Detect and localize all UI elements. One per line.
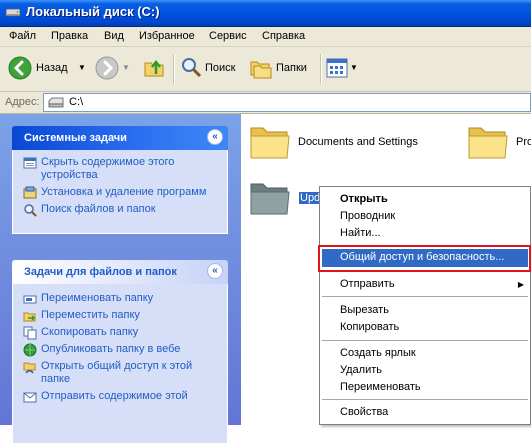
task-hide-contents[interactable]: Скрыть содержимое этого устройства [13,156,227,182]
folder-label: Documents and Settings [298,136,418,148]
rename-icon [23,295,37,304]
highlight-annotation [318,245,531,272]
toolbar: Назад ▼ ▼ Поиск Папки ▼ [0,47,531,92]
search-icon [182,58,202,78]
task-label: Скопировать папку [41,326,139,338]
title-bar[interactable]: Локальный диск (C:) [0,0,531,27]
forward-arrow-icon [95,56,119,80]
task-label: Отправить содержимое этой [41,390,188,402]
context-menu-send-to[interactable]: Отправить [340,278,395,290]
menu-file[interactable]: Файл [9,30,36,42]
back-dropdown-icon[interactable]: ▼ [78,63,86,72]
menu-view[interactable]: Вид [104,30,124,42]
context-menu-create-shortcut[interactable]: Создать ярлык [340,347,416,359]
email-icon [23,392,37,403]
context-menu-delete[interactable]: Удалить [340,364,382,376]
back-arrow-icon [8,56,32,80]
folder-icon [250,183,290,215]
move-icon [23,312,36,322]
folder-label: Pro [516,136,531,148]
file-tasks-title: Задачи для файлов и папок [24,266,177,278]
task-share-folder[interactable]: Открыть общий доступ к этой папке [13,360,227,386]
up-folder-icon [144,59,164,77]
folder-icon [468,127,508,159]
views-dropdown-icon[interactable]: ▼ [350,63,358,72]
context-menu-open[interactable]: Открыть [340,193,388,205]
up-folder-button[interactable] [143,55,167,81]
task-search-files[interactable]: Поиск файлов и папок [13,203,227,217]
context-menu-properties[interactable]: Свойства [340,406,388,418]
system-tasks-title: Системные задачи [24,132,127,144]
folders-button[interactable]: Папки [249,55,313,81]
task-label: Установка и удаление программ [41,186,207,198]
copy-icon [23,326,37,340]
context-menu-rename[interactable]: Переименовать [340,381,421,393]
drive-icon [5,8,21,17]
context-menu-cut[interactable]: Вырезать [340,304,389,316]
drive-icon [48,97,64,108]
search-button[interactable]: Поиск [180,55,242,81]
address-input[interactable]: C:\ [43,93,531,112]
task-label: Поиск файлов и папок [41,203,156,215]
search-label: Поиск [205,62,236,74]
address-label: Адрес: [5,96,40,108]
task-publish-web[interactable]: Опубликовать папку в вебе [13,343,227,357]
folder-item[interactable]: Pro [467,122,531,170]
hide-contents-icon [23,157,37,169]
publish-web-icon [23,343,37,357]
back-label: Назад [36,62,68,74]
folders-icon [250,61,272,79]
collapse-icon[interactable]: « [207,263,223,279]
folder-icon [250,127,290,159]
task-email-contents[interactable]: Отправить содержимое этой [13,390,227,403]
views-icon [326,58,348,78]
task-label: Опубликовать папку в вебе [41,343,181,355]
forward-button[interactable]: ▼ [95,55,133,81]
task-label: Открыть общий доступ к этой папке [41,360,193,385]
task-label: Переименовать папку [41,292,154,304]
share-icon [23,362,36,374]
context-menu-find[interactable]: Найти... [340,227,381,239]
folder-item[interactable]: Documents and Settings [249,122,429,170]
forward-dropdown-icon[interactable]: ▼ [122,63,130,72]
file-tasks-header[interactable]: Задачи для файлов и папок « [12,260,228,284]
task-label: Скрыть содержимое этого устройства [41,156,175,181]
context-menu: Открыть Проводник Найти... Общий доступ … [319,186,531,425]
menu-bar: Файл Правка Вид Избранное Сервис Справка [0,27,531,47]
menu-tools[interactable]: Сервис [209,30,247,42]
menu-separator [322,296,528,297]
system-tasks-body: Скрыть содержимое этого устройства Устан… [12,150,228,234]
task-label: Переместить папку [41,309,140,321]
folders-label: Папки [276,62,307,74]
toolbar-separator [173,54,175,84]
task-rename-folder[interactable]: Переименовать папку [13,292,227,305]
task-pane: Системные задачи « Скрыть содержимое это… [0,114,241,444]
views-button[interactable]: ▼ [326,55,358,81]
add-remove-programs-icon [23,186,37,199]
search-icon [24,204,37,217]
file-tasks-panel: Задачи для файлов и папок « Переименоват… [12,260,228,444]
context-menu-copy[interactable]: Копировать [340,321,399,333]
address-bar: Адрес: C:\ [0,92,531,114]
menu-favorites[interactable]: Избранное [139,30,195,42]
submenu-arrow-icon: ▶ [517,280,524,289]
menu-help[interactable]: Справка [262,30,305,42]
system-tasks-header[interactable]: Системные задачи « [12,126,228,150]
toolbar-separator [320,54,322,84]
task-move-folder[interactable]: Переместить папку [13,309,227,322]
context-menu-explore[interactable]: Проводник [340,210,395,222]
menu-separator [322,340,528,341]
file-tasks-body: Переименовать папку Переместить папку Ск… [12,284,228,444]
back-button[interactable]: Назад ▼ [6,55,88,81]
task-copy-folder[interactable]: Скопировать папку [13,326,227,340]
menu-separator [322,399,528,400]
collapse-icon[interactable]: « [207,129,223,145]
system-tasks-panel: Системные задачи « Скрыть содержимое это… [12,126,228,234]
selected-folder-item[interactable]: Upda [249,178,329,226]
address-value: C:\ [69,96,84,108]
window-title: Локальный диск (C:) [26,4,160,19]
menu-edit[interactable]: Правка [51,30,88,42]
task-add-remove-programs[interactable]: Установка и удаление программ [13,186,227,199]
